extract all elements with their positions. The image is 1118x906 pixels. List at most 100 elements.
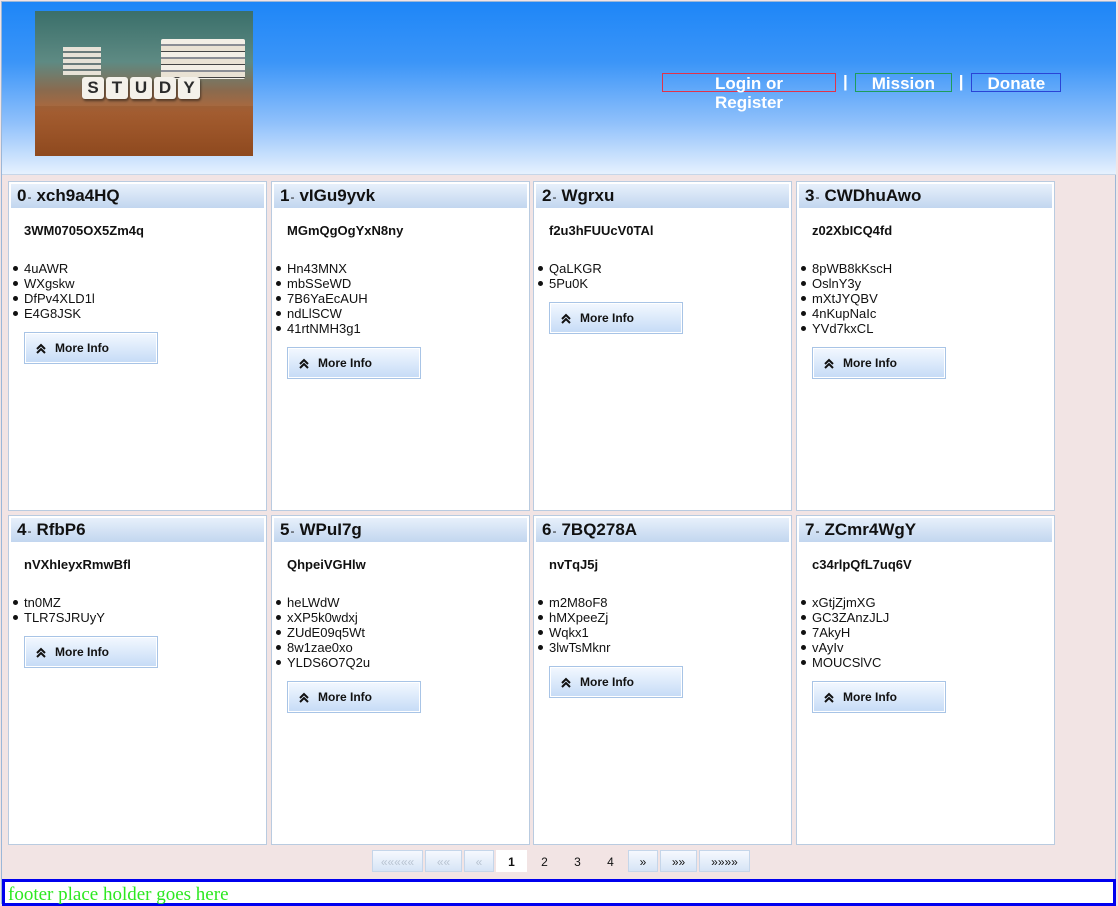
card-list-item: xGtjZjmXG (801, 595, 1054, 610)
card-list-item: MOUCSlVC (801, 655, 1054, 670)
chevron-up-double-icon (288, 691, 318, 703)
more-info-button[interactable]: More Info (812, 347, 946, 379)
last-page-button[interactable]: »»»» (699, 850, 750, 872)
card-list-item: 4uAWR (13, 261, 266, 276)
prev-many-button[interactable]: «« (425, 850, 462, 872)
pagination: ««««« «« « 1 2 3 4 » »» »»»» (372, 850, 750, 872)
item-card: 7- ZCmr4WgY c34rlpQfL7uq6V xGtjZjmXG GC3ZAnz… (796, 515, 1055, 845)
card-subtitle: nVXhIeyxRmwBfl (24, 557, 131, 572)
logo-dice: S T U D Y (82, 77, 200, 99)
footer: footer place holder goes here (2, 879, 1116, 906)
card-subtitle: 3WM0705OX5Zm4q (24, 223, 144, 238)
item-card: 1- vIGu9yvk MGmQgOgYxN8ny Hn43MNX mbSSeWD 7B6… (271, 181, 530, 511)
card-list-item: GC3ZAnzJLJ (801, 610, 1054, 625)
more-info-button[interactable]: More Info (812, 681, 946, 713)
logo-die: Y (178, 77, 200, 99)
item-card: 6- 7BQ278A nvTqJ5j m2M8oF8 hMXpeeZj Wqkx1 3lwT… (533, 515, 792, 845)
nav-separator: | (843, 72, 848, 91)
card-list: Hn43MNX mbSSeWD 7B6YaEcAUH ndLlSCW 41rtNMH3g… (272, 261, 529, 336)
login-register-link[interactable]: Login or Register (662, 72, 836, 112)
item-card: 3- CWDhuAwo z02XbICQ4fd 8pWB8kKscH OslnY3y mX… (796, 181, 1055, 511)
chevron-up-double-icon (25, 342, 55, 354)
card-list-item: 3lwTsMknr (538, 640, 791, 655)
card-index: 3 (805, 186, 815, 205)
card-list: tn0MZ TLR7SJRUyY (9, 595, 266, 625)
card-list-item: 8pWB8kKscH (801, 261, 1054, 276)
card-dash: - (815, 190, 820, 204)
item-card: 0- xch9a4HQ 3WM0705OX5Zm4q 4uAWR WXgskw DfPv4… (8, 181, 267, 511)
card-title: 7BQ278A (561, 520, 638, 539)
card-index: 2 (542, 186, 552, 205)
item-card: 2- Wgrxu f2u3hFUUcV0TAl QaLKGR 5Pu0K More Inf… (533, 181, 792, 511)
card-list-item: vAyIv (801, 640, 1054, 655)
card-list-item: ZUdE09q5Wt (276, 625, 529, 640)
card-dash: - (27, 524, 32, 538)
card-title-bar: 7- ZCmr4WgY (799, 518, 1052, 542)
card-list: 4uAWR WXgskw DfPv4XLD1l E4G8JSK (9, 261, 266, 321)
card-list-item: E4G8JSK (13, 306, 266, 321)
chevron-up-double-icon (813, 357, 843, 369)
item-card: 5- WPuI7g QhpeiVGHlw heLWdW xXP5k0wdxj ZUdE09… (271, 515, 530, 845)
card-title-bar: 1- vIGu9yvk (274, 184, 527, 208)
more-info-button[interactable]: More Info (287, 681, 421, 713)
more-info-label: More Info (580, 311, 634, 325)
more-info-label: More Info (318, 690, 372, 704)
more-info-label: More Info (580, 675, 634, 689)
card-title: xch9a4HQ (36, 186, 120, 205)
card-list-item: tn0MZ (13, 595, 266, 610)
card-subtitle: MGmQgOgYxN8ny (287, 223, 404, 238)
card-list-item: mXtJYQBV (801, 291, 1054, 306)
page-2-button[interactable]: 2 (529, 850, 560, 872)
first-page-button[interactable]: ««««« (372, 850, 423, 872)
card-subtitle: z02XbICQ4fd (812, 223, 893, 238)
next-page-button[interactable]: » (628, 850, 658, 872)
card-title: WPuI7g (299, 520, 362, 539)
page-4-button[interactable]: 4 (595, 850, 626, 872)
mission-link[interactable]: Mission (854, 72, 952, 93)
card-list: 8pWB8kKscH OslnY3y mXtJYQBV 4nKupNaIc YVd7kx… (797, 261, 1054, 336)
card-title: ZCmr4WgY (824, 520, 917, 539)
card-list-item: 5Pu0K (538, 276, 791, 291)
card-list-item: DfPv4XLD1l (13, 291, 266, 306)
logo-die: U (130, 77, 152, 99)
card-index: 4 (17, 520, 27, 539)
card-list-item: WXgskw (13, 276, 266, 291)
card-list-item: 7B6YaEcAUH (276, 291, 529, 306)
card-list-item: 4nKupNaIc (801, 306, 1054, 321)
card-title: RfbP6 (36, 520, 86, 539)
donate-link[interactable]: Donate (970, 72, 1061, 93)
card-title-bar: 3- CWDhuAwo (799, 184, 1052, 208)
card-dash: - (290, 190, 295, 204)
card-index: 7 (805, 520, 815, 539)
more-info-button[interactable]: More Info (549, 666, 683, 698)
card-subtitle: c34rlpQfL7uq6V (812, 557, 912, 572)
card-list: m2M8oF8 hMXpeeZj Wqkx1 3lwTsMknr (534, 595, 791, 655)
page-3-button[interactable]: 3 (562, 850, 593, 872)
more-info-button[interactable]: More Info (287, 347, 421, 379)
next-many-button[interactable]: »» (660, 850, 697, 872)
card-list-item: hMXpeeZj (538, 610, 791, 625)
logo-die: T (106, 77, 128, 99)
card-dash: - (27, 190, 32, 204)
card-title: CWDhuAwo (824, 186, 922, 205)
more-info-button[interactable]: More Info (24, 636, 158, 668)
item-card: 4- RfbP6 nVXhIeyxRmwBfl tn0MZ TLR7SJRUyY More… (8, 515, 267, 845)
card-title-bar: 0- xch9a4HQ (11, 184, 264, 208)
more-info-button[interactable]: More Info (549, 302, 683, 334)
card-index: 1 (280, 186, 290, 205)
page-1-button[interactable]: 1 (496, 850, 527, 872)
chevron-up-double-icon (813, 691, 843, 703)
site-logo[interactable]: S T U D Y (35, 11, 253, 156)
prev-page-button[interactable]: « (464, 850, 494, 872)
more-info-label: More Info (55, 645, 109, 659)
chevron-up-double-icon (550, 676, 580, 688)
card-list-item: Wqkx1 (538, 625, 791, 640)
more-info-button[interactable]: More Info (24, 332, 158, 364)
card-subtitle: f2u3hFUUcV0TAl (549, 223, 654, 238)
more-info-label: More Info (843, 356, 897, 370)
card-subtitle: nvTqJ5j (549, 557, 599, 572)
card-list-item: 7AkyH (801, 625, 1054, 640)
logo-die: D (154, 77, 176, 99)
card-list-item: TLR7SJRUyY (13, 610, 266, 625)
more-info-label: More Info (55, 341, 109, 355)
